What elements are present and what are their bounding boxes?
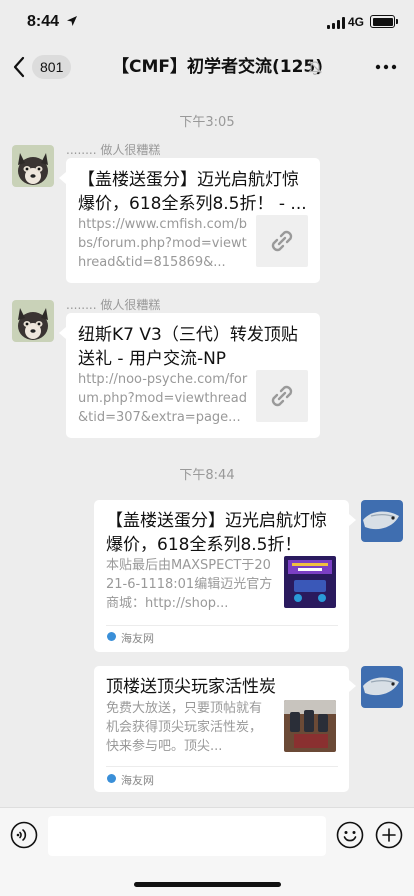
home-indicator	[134, 882, 281, 887]
site-logo-icon	[107, 632, 116, 641]
link-card[interactable]: 纽斯K7 V3（三代）转发顶贴送礼 - 用户交流-NP http://noo-p…	[66, 313, 320, 438]
article-card[interactable]: 【盖楼送蛋分】迈光启航灯惊爆价，618全系列8.5折！ 本贴最后由MAXSPEC…	[94, 500, 349, 652]
card-title: 顶楼送顶尖玩家活性炭	[106, 677, 276, 697]
more-options-icon[interactable]	[374, 57, 398, 77]
card-title: 【盖楼送蛋分】迈光启航灯惊爆价，618全系列8.5折！	[106, 511, 327, 555]
link-card[interactable]: 【盖楼送蛋分】迈光启航灯惊爆价，618全系列8.5折！ - ... https:…	[66, 158, 320, 283]
product-image	[284, 556, 336, 608]
product-image	[284, 700, 336, 752]
fish-avatar-image	[361, 666, 403, 708]
link-icon	[271, 230, 293, 252]
card-summary: 本贴最后由MAXSPECT于2021-6-1118:01编辑迈光官方商城：htt…	[106, 558, 273, 611]
location-arrow-icon	[67, 16, 77, 26]
back-chevron-icon[interactable]	[12, 56, 26, 78]
avatar-fish[interactable]	[361, 666, 403, 708]
message-input[interactable]	[48, 816, 326, 856]
link-thumbnail	[256, 215, 308, 267]
avatar-dog[interactable]	[12, 145, 54, 187]
emoji-icon[interactable]	[336, 821, 364, 849]
avatar-dog[interactable]	[12, 300, 54, 342]
input-bar	[0, 807, 414, 896]
card-title: 【盖楼送蛋分】迈光启航灯惊爆价，618全系列8.5折！ - ...	[78, 170, 307, 214]
plus-icon[interactable]	[375, 821, 403, 849]
link-thumbnail	[256, 370, 308, 422]
article-card[interactable]: 顶楼送顶尖玩家活性炭 免费大放送，只要顶帖就有机会获得顶尖玩家活性炭，快来参与吧…	[94, 666, 349, 792]
network-type: 4G	[348, 15, 365, 29]
time-separator: 下午8:44	[179, 468, 235, 483]
sender-name: ........ 做人很糟糕	[66, 143, 161, 157]
unread-count-badge[interactable]: 801	[32, 55, 72, 79]
card-source: 海友网	[121, 632, 154, 645]
card-summary: 免费大放送，只要顶帖就有机会获得顶尖玩家活性炭，快来参与吧。顶尖...	[106, 701, 263, 754]
card-title: 纽斯K7 V3（三代）转发顶贴送礼 - 用户交流-NP	[78, 325, 298, 369]
avatar-fish[interactable]	[361, 500, 403, 542]
husky-avatar-image	[12, 300, 54, 342]
fish-avatar-image	[361, 500, 403, 542]
card-url: https://www.cmfish.com/bbs/forum.php?mod…	[78, 217, 247, 270]
husky-avatar-image	[12, 145, 54, 187]
card-url: http://noo-psyche.com/forum.php?mod=view…	[78, 372, 248, 425]
time-separator: 下午3:05	[179, 115, 235, 130]
status-time: 8:44	[27, 13, 60, 30]
article-thumbnail	[284, 700, 336, 752]
card-source: 海友网	[121, 774, 154, 787]
chat-title: 【CMF】初学者交流(125)	[112, 57, 324, 77]
voice-input-icon[interactable]	[10, 821, 38, 849]
status-bar: 8:44 4G	[0, 0, 414, 44]
link-icon	[271, 385, 293, 407]
battery-icon	[370, 15, 398, 28]
chat-header: 801 【CMF】初学者交流(125)	[0, 44, 414, 90]
site-logo-icon	[107, 774, 116, 783]
sender-name: ........ 做人很糟糕	[66, 298, 161, 312]
signal-icon	[327, 17, 345, 29]
article-thumbnail	[284, 556, 336, 608]
mute-bell-icon	[308, 60, 322, 75]
